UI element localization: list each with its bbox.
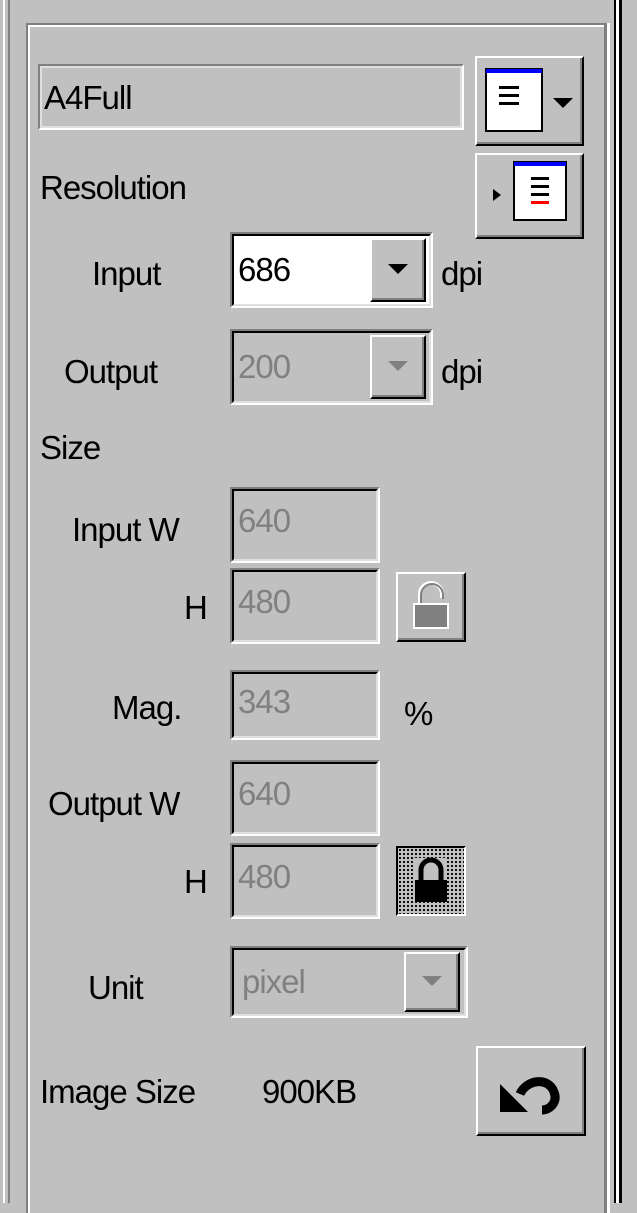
output-width-value: 640 bbox=[232, 762, 378, 834]
window-right-border bbox=[614, 0, 637, 1203]
chevron-down-icon bbox=[422, 976, 442, 986]
output-resolution-dropdown-button bbox=[370, 335, 426, 399]
unit-dropdown-button bbox=[404, 952, 460, 1012]
input-resolution-label: Input bbox=[92, 255, 161, 292]
output-width-field: 640 bbox=[230, 760, 380, 836]
apply-preset-button[interactable] bbox=[475, 153, 584, 239]
input-resolution-dropdown-button[interactable] bbox=[370, 238, 426, 302]
resolution-heading: Resolution bbox=[40, 169, 187, 206]
input-aspect-lock-button[interactable] bbox=[396, 572, 466, 642]
input-resolution-unit: dpi bbox=[441, 255, 483, 292]
output-resolution-label: Output bbox=[64, 353, 158, 390]
image-size-label: Image Size bbox=[40, 1073, 196, 1110]
play-list-icon bbox=[493, 161, 567, 221]
magnification-label: Mag. bbox=[112, 689, 182, 726]
list-menu-icon bbox=[485, 68, 543, 132]
output-height-field: 480 bbox=[230, 843, 380, 919]
input-width-label: Input W bbox=[72, 511, 180, 548]
output-resolution-unit: dpi bbox=[441, 353, 483, 390]
magnification-unit: % bbox=[404, 695, 433, 732]
unit-label: Unit bbox=[88, 969, 144, 1006]
preset-name-field[interactable]: A4Full bbox=[38, 64, 464, 130]
magnification-value: 343 bbox=[232, 672, 378, 738]
output-height-value: 480 bbox=[232, 845, 378, 917]
group-box-right-edge bbox=[604, 23, 607, 1213]
reset-button[interactable] bbox=[476, 1046, 586, 1136]
output-aspect-lock-button[interactable] bbox=[396, 846, 466, 916]
chevron-down-icon bbox=[388, 264, 408, 274]
unit-combo: pixel bbox=[230, 946, 468, 1018]
output-resolution-combo: 200 bbox=[230, 329, 433, 405]
preset-name-text: A4Full bbox=[40, 66, 462, 128]
input-height-field: 480 bbox=[230, 568, 380, 644]
input-height-value: 480 bbox=[232, 570, 378, 642]
unlocked-padlock-icon bbox=[413, 581, 449, 629]
locked-padlock-icon bbox=[415, 857, 447, 902]
input-resolution-combo[interactable]: 686 bbox=[230, 232, 433, 308]
preset-menu-button[interactable] bbox=[475, 56, 584, 146]
output-width-label: Output W bbox=[48, 785, 180, 822]
chevron-down-icon bbox=[553, 98, 573, 108]
undo-arrow-icon bbox=[500, 1077, 560, 1115]
input-height-label: H bbox=[184, 589, 208, 626]
size-heading: Size bbox=[40, 429, 101, 466]
window-left-border bbox=[0, 0, 10, 1203]
input-width-value: 640 bbox=[232, 489, 378, 561]
magnification-field: 343 bbox=[230, 670, 380, 740]
input-width-field: 640 bbox=[230, 487, 380, 563]
output-height-label: H bbox=[184, 863, 208, 900]
image-size-value: 900KB bbox=[262, 1073, 357, 1110]
chevron-down-icon bbox=[388, 361, 408, 371]
